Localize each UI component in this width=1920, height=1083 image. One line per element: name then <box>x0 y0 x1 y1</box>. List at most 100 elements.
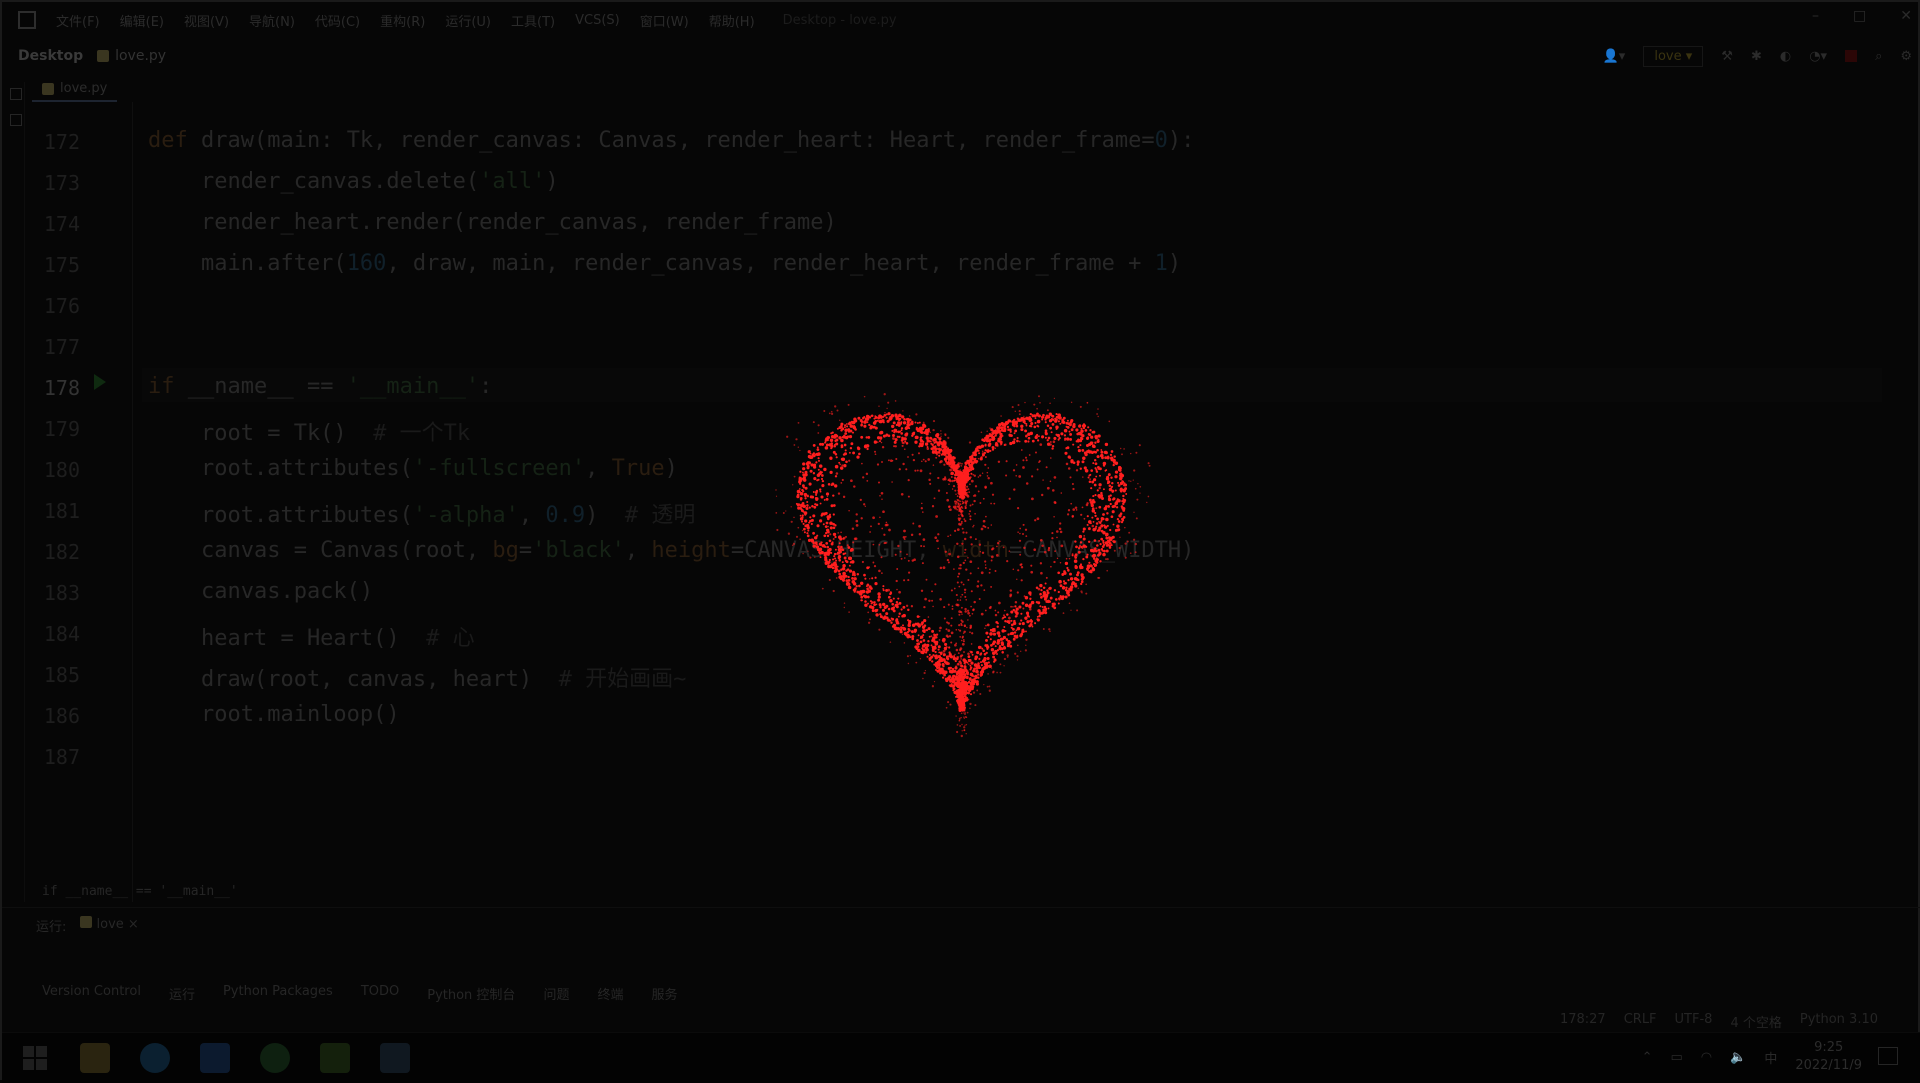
tab-love-py[interactable]: love.py <box>32 78 118 102</box>
clock[interactable]: 9:25 2022/11/9 <box>1795 1039 1862 1075</box>
heart-particle <box>824 561 828 566</box>
code-line-175[interactable]: main.after(160, draw, main, render_canva… <box>148 251 1181 276</box>
debug-icon[interactable]: ✱ <box>1751 49 1762 64</box>
volume-icon[interactable]: 🔈 <box>1730 1050 1746 1065</box>
tool-terminal[interactable]: 终端 <box>597 984 623 1003</box>
heart-particle <box>1035 451 1037 454</box>
wifi-icon[interactable]: ◠ <box>1701 1050 1712 1065</box>
code-line-172[interactable]: def draw(main: Tk, render_canvas: Canvas… <box>148 128 1194 153</box>
gear-icon[interactable]: ⚙ <box>1900 49 1912 64</box>
heart-particle <box>1007 428 1010 431</box>
heart-particle <box>966 609 970 612</box>
run-gutter-icon[interactable] <box>94 374 106 390</box>
tool-version-control[interactable]: Version Control <box>42 984 141 1003</box>
pycharm-icon[interactable] <box>320 1043 350 1073</box>
minimize-icon[interactable]: – <box>1812 8 1819 24</box>
status-indent[interactable]: 4 个空格 <box>1730 1012 1781 1031</box>
python-file-icon <box>97 50 110 62</box>
heart-particle <box>1021 622 1025 626</box>
code-line-179[interactable]: root = Tk() # 一个Tk <box>148 415 470 447</box>
heart-particle <box>832 450 836 454</box>
file-breadcrumb[interactable]: love.py <box>97 48 166 64</box>
tool-todo[interactable]: TODO <box>361 984 399 1003</box>
code-line-180[interactable]: root.attributes('-fullscreen', True) <box>148 456 678 481</box>
heart-particle <box>841 464 844 467</box>
code-line-186[interactable]: root.mainloop() <box>148 702 400 727</box>
tool-python-console[interactable]: Python 控制台 <box>427 984 515 1003</box>
menu-window[interactable]: 窗口(W) <box>640 11 689 30</box>
heart-particle <box>946 676 951 681</box>
file-explorer-icon[interactable] <box>80 1043 110 1073</box>
code-line-184[interactable]: heart = Heart() # 心 <box>148 620 475 652</box>
user-icon[interactable]: 👤▾ <box>1603 49 1626 64</box>
heart-particle <box>807 526 810 529</box>
menu-code[interactable]: 代码(C) <box>315 11 360 30</box>
profile-icon[interactable]: ◔▾ <box>1809 49 1827 64</box>
pycharm-app-icon[interactable] <box>18 11 36 29</box>
code-line-181[interactable]: root.attributes('-alpha', 0.9) # 透明 <box>148 497 695 529</box>
stop-icon[interactable] <box>1845 50 1858 62</box>
menu-edit[interactable]: 编辑(E) <box>120 11 164 30</box>
heart-particle <box>881 461 883 463</box>
heart-particle <box>960 611 963 614</box>
menu-help[interactable]: 帮助(H) <box>709 11 755 30</box>
menu-refactor[interactable]: 重构(R) <box>380 11 425 30</box>
heart-particle <box>1025 416 1029 420</box>
heart-particle <box>1016 591 1019 594</box>
wechat-icon[interactable] <box>260 1043 290 1073</box>
heart-particle <box>847 575 850 579</box>
menu-view[interactable]: 视图(V) <box>184 11 229 30</box>
code-line-183[interactable]: canvas.pack() <box>148 579 373 604</box>
menu-run[interactable]: 运行(U) <box>445 11 491 30</box>
status-interpreter[interactable]: Python 3.10 <box>1800 1012 1878 1031</box>
heart-particle <box>858 591 861 594</box>
heart-particle <box>883 533 886 536</box>
ime-indicator[interactable]: 中 <box>1764 1048 1777 1067</box>
chevron-up-icon[interactable]: ⌃ <box>1642 1050 1653 1065</box>
build-icon[interactable]: ⚒ <box>1721 49 1733 64</box>
code-breadcrumb[interactable]: if __name__ == '__main__' <box>42 884 238 899</box>
menu-file[interactable]: 文件(F) <box>56 11 100 30</box>
heart-particle <box>900 608 903 611</box>
close-icon[interactable]: ✕ <box>1900 8 1912 24</box>
app-icon[interactable] <box>200 1043 230 1073</box>
python-app-icon[interactable] <box>380 1043 410 1073</box>
code-line-173[interactable]: render_canvas.delete('all') <box>148 169 559 194</box>
heart-particle <box>975 669 979 674</box>
battery-icon[interactable]: ▭ <box>1670 1050 1682 1065</box>
heart-particle <box>882 587 885 590</box>
code-line-178[interactable]: if __name__ == '__main__': <box>148 374 492 399</box>
coverage-icon[interactable]: ◐ <box>1780 49 1791 64</box>
code-line-185[interactable]: draw(root, canvas, heart) # 开始画画~ <box>148 661 686 693</box>
tool-problems[interactable]: 问题 <box>543 984 569 1003</box>
heart-particle <box>1016 436 1019 440</box>
heart-particle <box>835 472 839 475</box>
project-breadcrumb[interactable]: Desktop <box>18 48 83 64</box>
run-tab-love[interactable]: love × <box>80 916 139 935</box>
menu-tools[interactable]: 工具(T) <box>511 11 555 30</box>
code-line-174[interactable]: render_heart.render(render_canvas, rende… <box>148 210 837 235</box>
status-encoding[interactable]: UTF-8 <box>1675 1012 1713 1031</box>
heart-particle <box>834 405 837 408</box>
tool-python-packages[interactable]: Python Packages <box>223 984 333 1003</box>
menu-navigate[interactable]: 导航(N) <box>249 11 295 30</box>
menu-vcs[interactable]: VCS(S) <box>575 13 620 28</box>
heart-particle <box>1082 426 1086 430</box>
bookmarks-tool-icon[interactable] <box>10 114 22 126</box>
status-caret-position[interactable]: 178:27 <box>1560 1012 1606 1031</box>
heart-particle <box>939 672 942 675</box>
heart-particle <box>949 678 953 682</box>
tool-run[interactable]: 运行 <box>169 984 195 1003</box>
status-line-separator[interactable]: CRLF <box>1624 1012 1657 1031</box>
search-icon[interactable]: ⌕ <box>1875 49 1882 64</box>
tool-services[interactable]: 服务 <box>651 984 677 1003</box>
project-tool-icon[interactable] <box>10 88 22 100</box>
heart-particle <box>1082 537 1086 541</box>
notification-icon[interactable] <box>1878 1047 1898 1065</box>
run-config-selector[interactable]: love ▾ <box>1643 45 1704 67</box>
heart-particle <box>935 456 938 459</box>
heart-particle <box>906 633 910 638</box>
windows-start-icon[interactable] <box>20 1043 50 1073</box>
maximize-icon[interactable]: □ <box>1853 8 1866 24</box>
edge-browser-icon[interactable] <box>140 1043 170 1073</box>
